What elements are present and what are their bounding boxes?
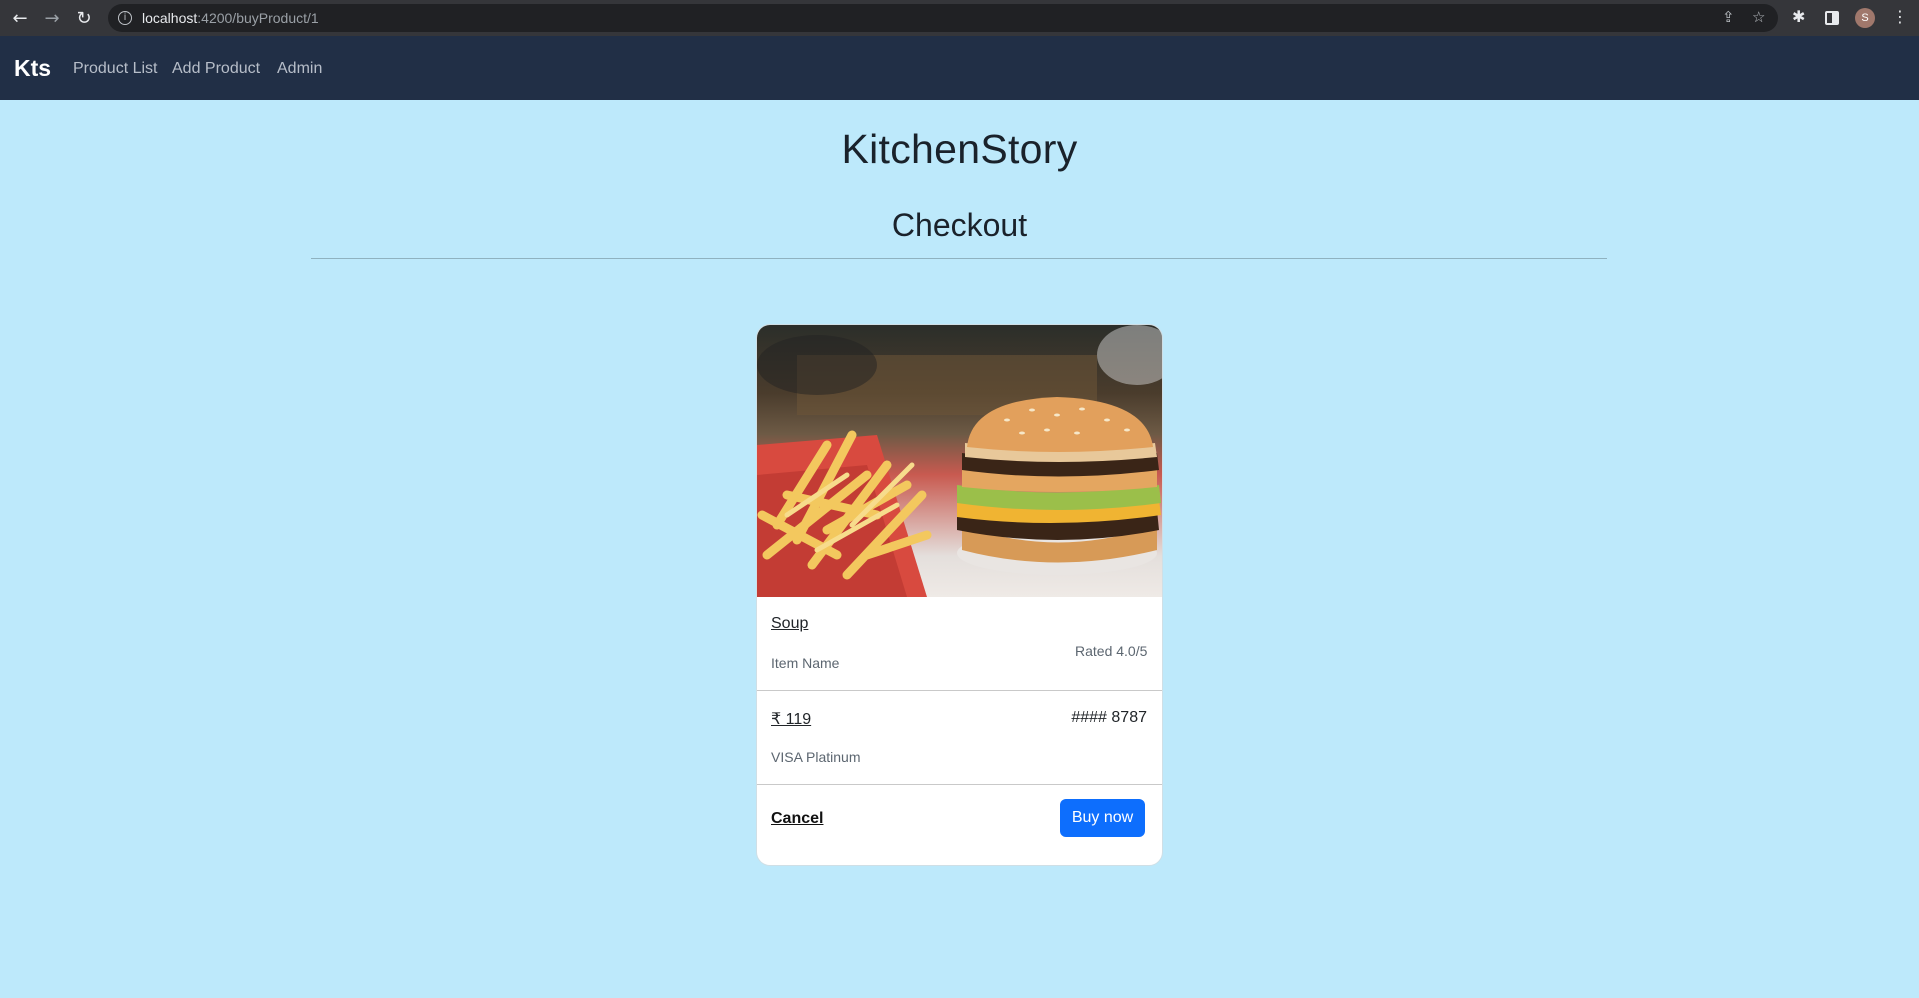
- product-image: [757, 325, 1162, 597]
- page-title: KitchenStory: [841, 126, 1078, 172]
- buy-now-button[interactable]: Buy now: [1060, 799, 1145, 837]
- side-panel-icon[interactable]: [1825, 11, 1839, 25]
- item-name-label: Item Name: [771, 655, 840, 671]
- kebab-menu-icon[interactable]: ⋮: [1892, 7, 1908, 26]
- page-subtitle: Checkout: [891, 207, 1028, 243]
- card-type-label: VISA Platinum: [771, 749, 861, 765]
- site-info-icon[interactable]: i: [118, 11, 132, 25]
- checkout-card: [756, 324, 1163, 866]
- app-navbar: Kts Product List Add Product Admin: [0, 36, 1919, 100]
- extensions-puzzle-icon[interactable]: ✱: [1792, 7, 1805, 26]
- back-arrow-icon[interactable]: ←: [8, 6, 32, 30]
- nav-link-product-list[interactable]: Product List: [73, 60, 157, 78]
- profile-avatar[interactable]: S: [1855, 8, 1875, 28]
- heading-divider: [311, 258, 1607, 259]
- share-icon[interactable]: ⇪: [1722, 8, 1735, 26]
- nav-link-admin[interactable]: Admin: [277, 60, 322, 78]
- price-link[interactable]: ₹ 119: [771, 709, 811, 729]
- forward-arrow-icon[interactable]: →: [40, 6, 64, 30]
- reload-icon[interactable]: ↻: [72, 6, 96, 30]
- rating-text: Rated 4.0/5: [1075, 643, 1148, 659]
- item-name-link[interactable]: Soup: [771, 615, 808, 633]
- burger-and-fries-photo: [757, 325, 1162, 597]
- cancel-link[interactable]: Cancel: [771, 810, 823, 828]
- payment-row: [757, 691, 1162, 785]
- url-text[interactable]: localhost:4200/buyProduct/1: [142, 10, 319, 26]
- brand-logo[interactable]: Kts: [14, 55, 51, 82]
- browser-toolbar: ← → ↻ i localhost:4200/buyProduct/1 ⇪ ☆ …: [0, 0, 1919, 36]
- address-bar[interactable]: i localhost:4200/buyProduct/1 ⇪ ☆: [108, 4, 1778, 32]
- nav-link-add-product[interactable]: Add Product: [172, 60, 260, 78]
- card-number: #### 8787: [1071, 709, 1147, 726]
- bookmark-star-icon[interactable]: ☆: [1752, 8, 1765, 26]
